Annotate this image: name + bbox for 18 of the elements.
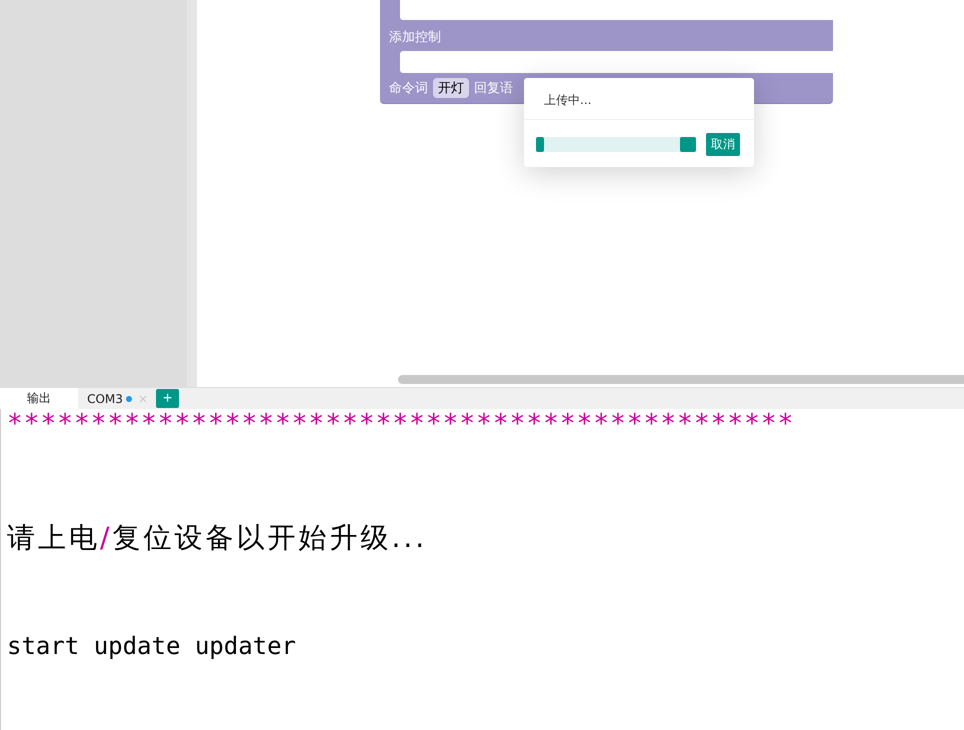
block-label: 命令词: [389, 80, 428, 97]
tab-label: COM3: [87, 392, 123, 406]
add-tab-button[interactable]: +: [156, 389, 179, 408]
close-icon[interactable]: [138, 394, 147, 402]
scrollbar[interactable]: [398, 375, 964, 384]
status-dot-icon: [126, 396, 132, 402]
progress-end-cap: [680, 137, 696, 152]
dialog-message: 上传中...: [524, 78, 754, 120]
tab[interactable]: 输出: [0, 388, 78, 409]
console-line: ***********************************************: [7, 409, 796, 439]
tab-label: 输出: [27, 390, 51, 407]
console-line: 请上电/复位设备以开始升级...: [7, 520, 428, 556]
block-label: 添加控制: [389, 29, 441, 46]
block-label: 回复语: [474, 80, 513, 97]
command-field[interactable]: 开灯: [433, 78, 469, 98]
tab[interactable]: COM3: [78, 388, 156, 409]
console-line: start update updater: [7, 632, 297, 660]
cancel-button[interactable]: 取消: [706, 133, 740, 156]
